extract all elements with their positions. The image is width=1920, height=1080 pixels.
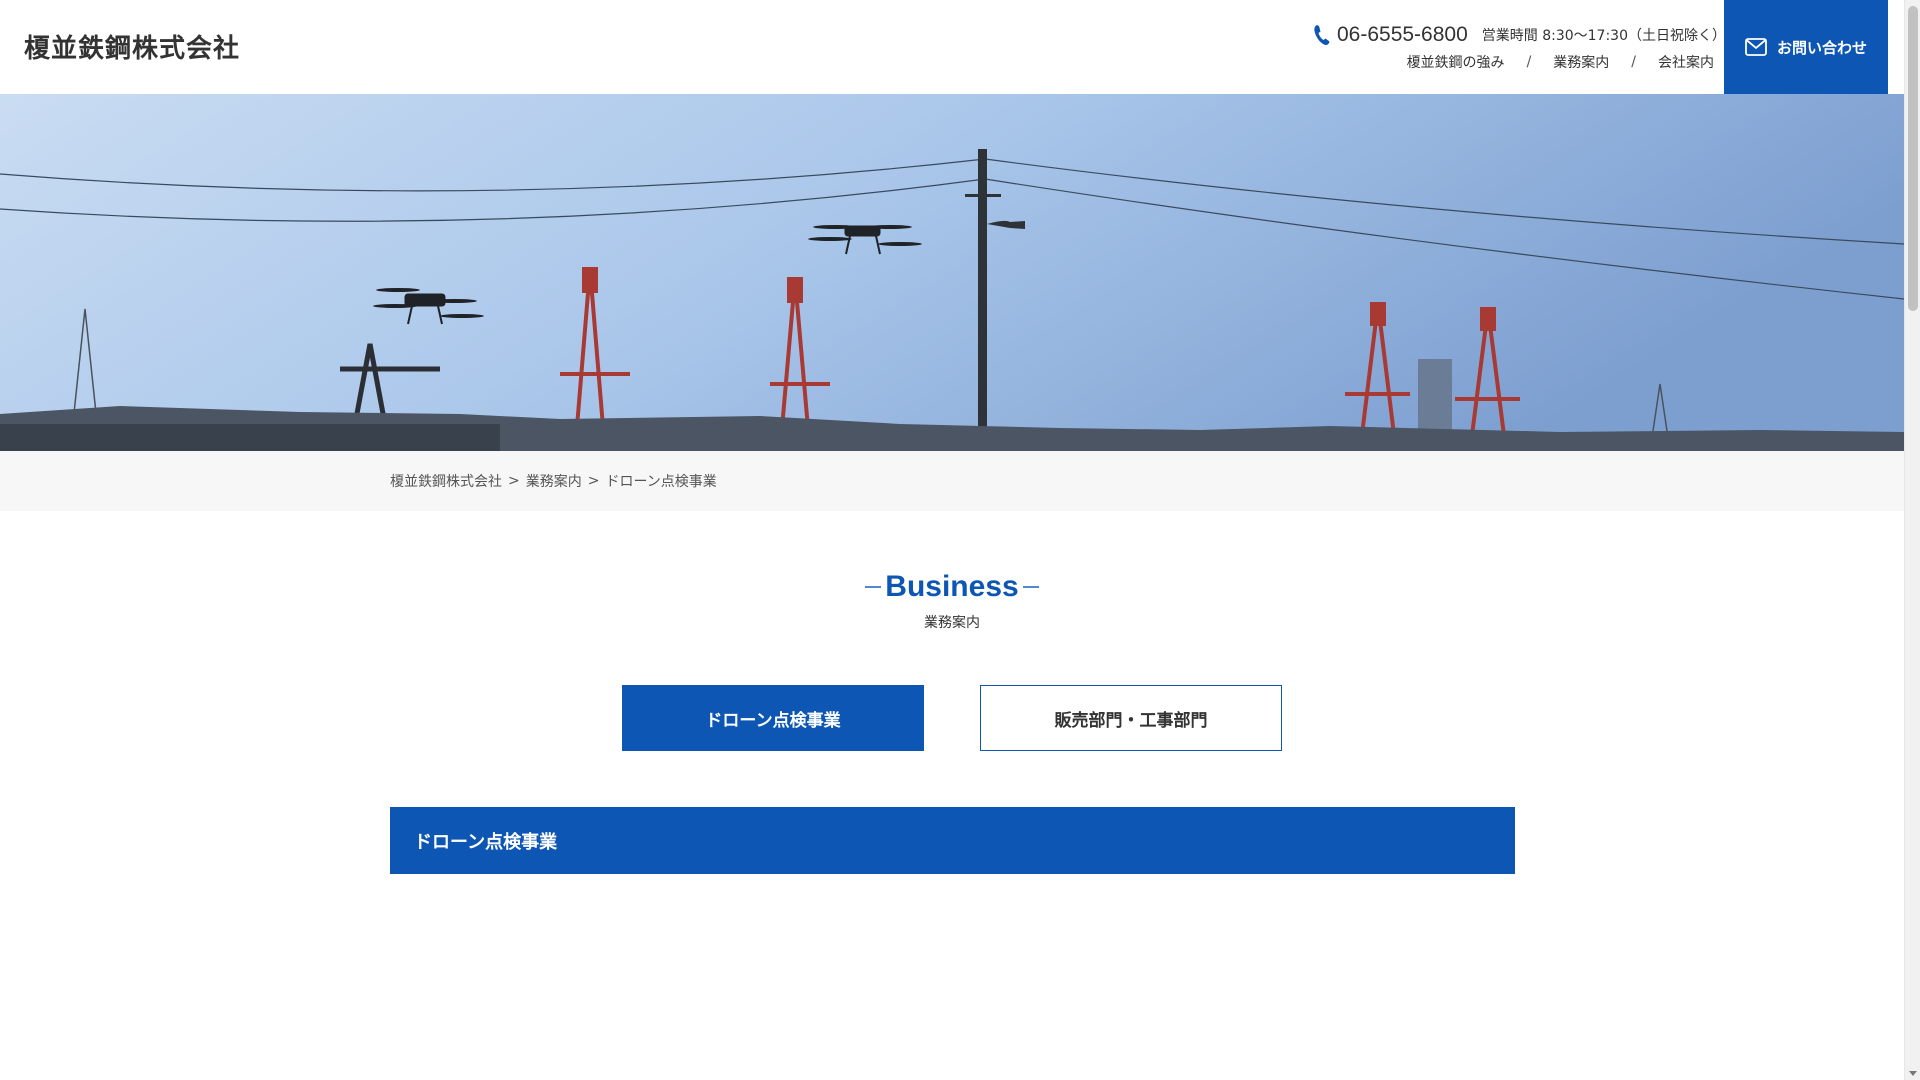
nav-item-business[interactable]: 業務案内 xyxy=(1553,52,1609,72)
site-logo[interactable]: 榎並鉄鋼株式会社 xyxy=(24,28,240,65)
breadcrumb: 榎並鉄鋼株式会社 > 業務案内 > ドローン点検事業 xyxy=(390,471,717,491)
contact-button[interactable]: お問い合わせ xyxy=(1724,0,1888,94)
scroll-down-arrow-icon[interactable] xyxy=(1909,1071,1917,1076)
section-title: Business 業務案内 xyxy=(0,570,1904,632)
tab-drone-inspection[interactable]: ドローン点検事業 xyxy=(622,685,924,751)
section-title-en-text: Business xyxy=(885,570,1019,603)
scrollbar-thumb[interactable] xyxy=(1908,6,1918,311)
section-title-jp: 業務案内 xyxy=(924,615,980,631)
nav-item-company[interactable]: 会社案内 xyxy=(1658,52,1714,72)
tab-sales-construction[interactable]: 販売部門・工事部門 xyxy=(980,685,1282,751)
business-hours: 営業時間 8:30〜17:30（土日祝除く） xyxy=(1481,28,1726,44)
breadcrumb-separator: > xyxy=(508,473,520,489)
nav-separator: / xyxy=(1631,54,1636,70)
phone-icon xyxy=(1313,24,1331,46)
global-nav: 榎並鉄鋼の強み / 業務案内 / 会社案内 xyxy=(1407,52,1714,72)
business-tabs: ドローン点検事業 販売部門・工事部門 xyxy=(0,685,1904,751)
phone-number[interactable]: 06-6555-6800 xyxy=(1337,23,1468,47)
mail-icon xyxy=(1745,38,1767,56)
title-dash xyxy=(865,586,882,588)
breadcrumb-home[interactable]: 榎並鉄鋼株式会社 xyxy=(390,471,502,491)
breadcrumb-bar: 榎並鉄鋼株式会社 > 業務案内 > ドローン点検事業 xyxy=(0,451,1904,511)
breadcrumb-business[interactable]: 業務案内 xyxy=(526,471,582,491)
site-header: 榎並鉄鋼株式会社 06-6555-6800 営業時間 8:30〜17:30（土日… xyxy=(0,0,1904,94)
breadcrumb-separator: > xyxy=(587,473,600,489)
hero-image xyxy=(0,94,1904,451)
nav-separator: / xyxy=(1526,54,1532,70)
header-contact-info: 06-6555-6800 営業時間 8:30〜17:30（土日祝除く） xyxy=(1313,22,1726,48)
breadcrumb-current: ドローン点検事業 xyxy=(605,474,717,490)
content-heading: ドローン点検事業 xyxy=(390,807,1515,874)
contact-button-label: お問い合わせ xyxy=(1776,38,1867,57)
section-title-en: Business xyxy=(861,570,1042,604)
title-dash xyxy=(1022,586,1039,588)
page-scrollbar[interactable] xyxy=(1904,0,1920,1080)
nav-item-strengths[interactable]: 榎並鉄鋼の強み xyxy=(1407,52,1505,72)
